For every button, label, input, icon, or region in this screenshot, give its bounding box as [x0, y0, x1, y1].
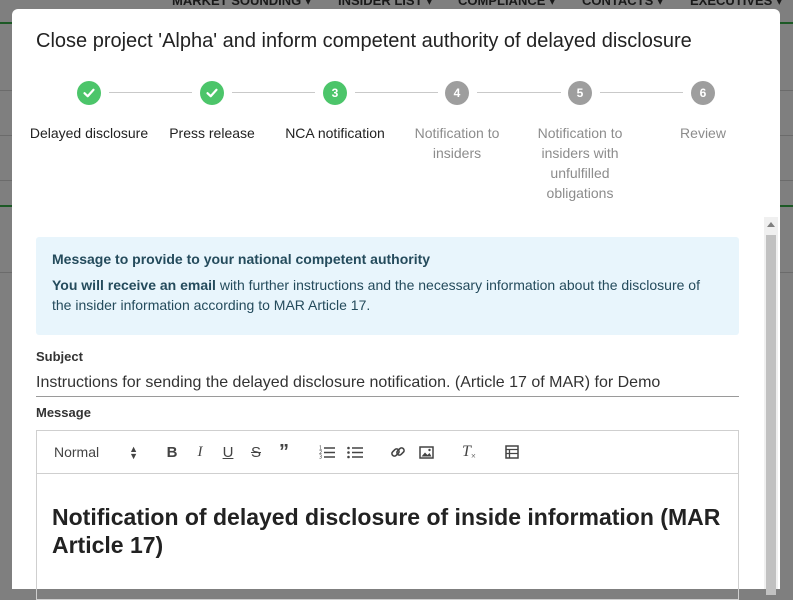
image-icon[interactable]	[415, 442, 437, 462]
step-label: Delayed disclosure	[29, 125, 149, 141]
scrollbar[interactable]	[764, 217, 778, 595]
editor-toolbar: Normal ▲ ▼ B I U S ” 123 T ×	[37, 431, 738, 474]
svg-text:3: 3	[319, 455, 322, 460]
wizard-stepper: Delayed disclosure Press release 3 NCA n…	[12, 79, 780, 209]
step-number: 5	[568, 81, 592, 105]
format-select[interactable]: Normal ▲ ▼	[54, 444, 138, 461]
info-message-box: Message to provide to your national comp…	[36, 237, 739, 335]
check-icon	[77, 81, 101, 105]
step-label: Review	[680, 125, 726, 141]
message-editor[interactable]: Normal ▲ ▼ B I U S ” 123 T × Notificatio…	[36, 430, 739, 600]
dialog-title: Close project 'Alpha' and inform compete…	[36, 30, 692, 52]
step-label: Press release	[169, 125, 255, 141]
subject-input[interactable]	[36, 369, 739, 397]
format-select-value: Normal	[54, 444, 100, 460]
step-delayed-disclosure[interactable]: Delayed disclosure	[29, 79, 149, 143]
subject-label: Subject	[36, 349, 83, 364]
step-label: Notification to insiders	[414, 125, 500, 161]
check-icon	[200, 81, 224, 105]
step-nca-notification[interactable]: 3 NCA notification	[275, 79, 395, 143]
info-title: Message to provide to your national comp…	[52, 251, 431, 267]
scroll-up-arrow-icon[interactable]	[767, 222, 775, 227]
step-number: 4	[445, 81, 469, 105]
step-label: Notification to insiders with unfulfille…	[537, 125, 623, 201]
step-notification-unfulfilled[interactable]: 5 Notification to insiders with unfulfil…	[520, 79, 640, 203]
link-icon[interactable]	[387, 442, 409, 462]
editor-heading: Notification of delayed disclosure of in…	[52, 504, 721, 558]
underline-icon[interactable]: U	[217, 442, 239, 462]
table-icon[interactable]	[501, 442, 523, 462]
select-arrows-icon: ▲ ▼	[129, 444, 138, 461]
step-number: 3	[323, 81, 347, 105]
step-label: NCA notification	[285, 125, 385, 141]
ordered-list-icon[interactable]: 123	[316, 442, 338, 462]
message-label: Message	[36, 405, 91, 420]
step-number: 6	[691, 81, 715, 105]
bold-icon[interactable]: B	[161, 442, 183, 462]
step-notification-to-insiders[interactable]: 4 Notification to insiders	[397, 79, 517, 163]
info-bold-lead: You will receive an email	[52, 277, 216, 293]
step-press-release[interactable]: Press release	[152, 79, 272, 143]
close-project-dialog: Close project 'Alpha' and inform compete…	[12, 9, 780, 600]
clear-format-icon[interactable]: T ×	[458, 442, 480, 462]
step-review[interactable]: 6 Review	[643, 79, 763, 143]
italic-icon[interactable]: I	[189, 442, 211, 462]
scrollbar-thumb[interactable]	[766, 235, 776, 595]
strikethrough-icon[interactable]: S	[245, 442, 267, 462]
info-text: You will receive an email with further i…	[52, 275, 723, 315]
blockquote-icon[interactable]: ”	[273, 441, 295, 463]
bullet-list-icon[interactable]	[344, 442, 366, 462]
